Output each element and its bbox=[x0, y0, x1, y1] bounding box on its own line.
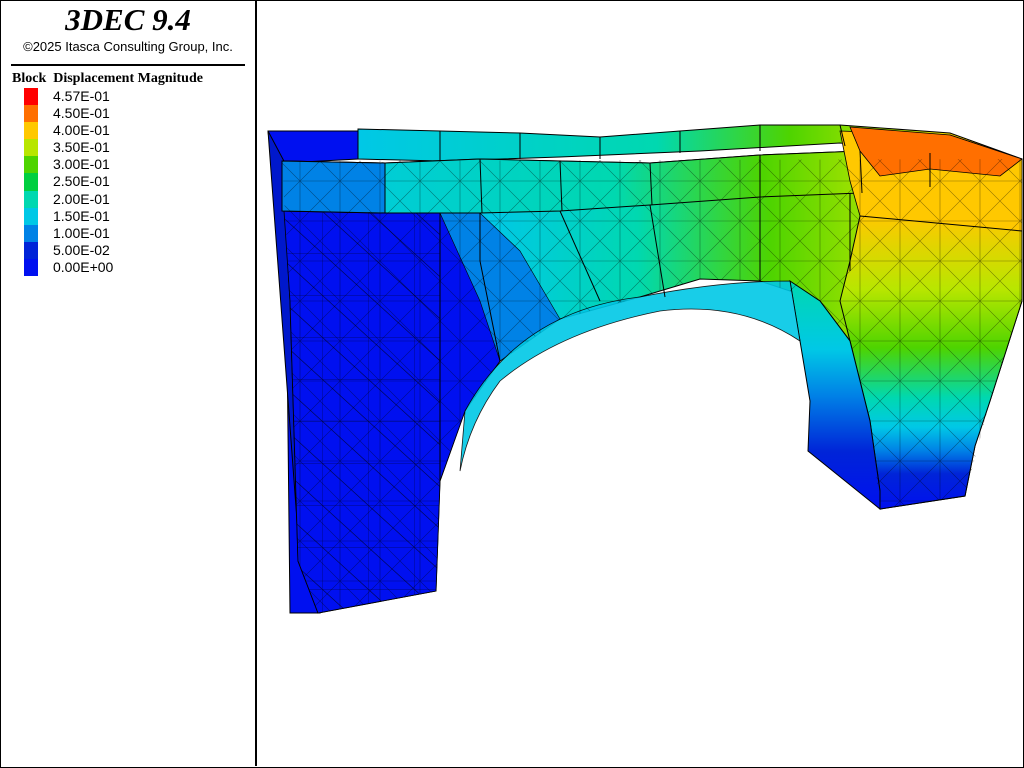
legend-item-label: 4.00E-01 bbox=[53, 122, 110, 139]
legend-panel: 3DEC 9.4 ©2025 Itasca Consulting Group, … bbox=[1, 1, 257, 766]
legend-swatch bbox=[24, 139, 38, 157]
legend-swatch bbox=[24, 224, 38, 242]
legend-swatch bbox=[24, 88, 38, 106]
legend-item-label: 0.00E+00 bbox=[53, 258, 114, 275]
legend-swatch bbox=[24, 190, 38, 208]
legend-swatch bbox=[24, 207, 38, 225]
legend-item-label: 1.50E-01 bbox=[53, 207, 110, 224]
legend-swatch bbox=[24, 122, 38, 140]
mesh-overlay-left bbox=[284, 211, 440, 613]
legend-title: Block Displacement Magnitude bbox=[12, 71, 203, 86]
legend-item-label: 4.57E-01 bbox=[53, 88, 110, 104]
legend-item-label: 1.00E-01 bbox=[53, 224, 110, 241]
legend-item-label: 3.00E-01 bbox=[53, 156, 110, 173]
legend-swatch bbox=[24, 156, 38, 174]
legend-item-label: 4.50E-01 bbox=[53, 105, 110, 122]
legend-swatch bbox=[24, 241, 38, 259]
legend-item-label: 2.50E-01 bbox=[53, 173, 110, 190]
legend-swatch bbox=[24, 173, 38, 191]
title-divider bbox=[11, 64, 245, 66]
legend-item-label: 3.50E-01 bbox=[53, 139, 110, 156]
copyright-text: ©2025 Itasca Consulting Group, Inc. bbox=[23, 39, 233, 54]
legend-item-label: 5.00E-02 bbox=[53, 241, 110, 258]
legend-swatch bbox=[24, 105, 38, 123]
model-viewport[interactable] bbox=[257, 1, 1023, 767]
legend-item-label: 2.00E-01 bbox=[53, 190, 110, 207]
arch-bridge-model[interactable] bbox=[257, 1, 1023, 767]
app-title: 3DEC 9.4 bbox=[65, 2, 191, 37]
legend-swatch bbox=[24, 258, 38, 277]
